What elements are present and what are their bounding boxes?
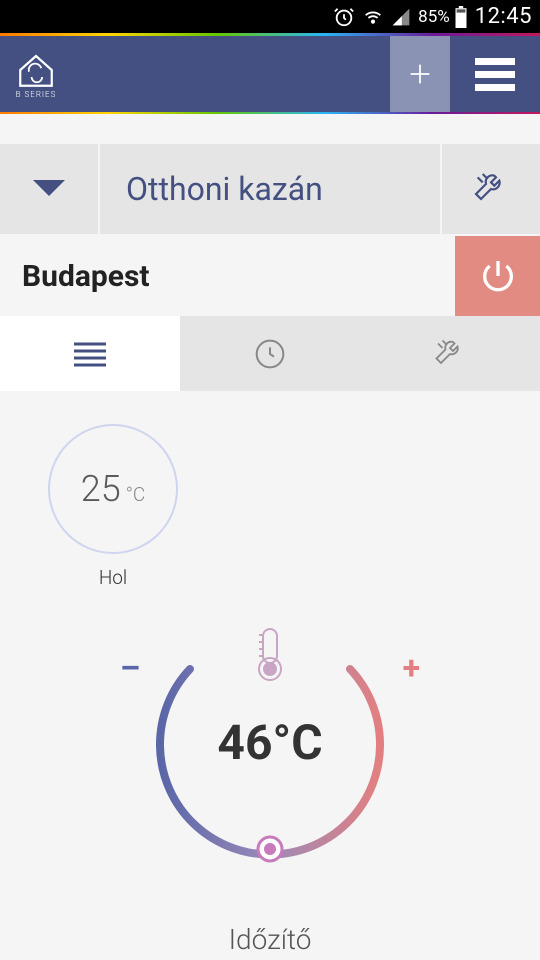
chevron-down-icon bbox=[31, 178, 67, 200]
signal-icon bbox=[391, 7, 411, 27]
decrease-button[interactable]: – bbox=[120, 649, 140, 687]
alarm-icon bbox=[333, 6, 355, 28]
status-bar: 85% 12:45 bbox=[0, 0, 540, 33]
clock-icon bbox=[254, 338, 286, 370]
away-temp-unit: °C bbox=[126, 483, 146, 506]
app-header: B SERIES bbox=[0, 36, 540, 112]
location-row: Budapest bbox=[0, 236, 540, 316]
mode-tabs bbox=[0, 316, 540, 391]
away-temp-label: Hol bbox=[48, 566, 178, 589]
status-icons: 85% 12:45 bbox=[333, 4, 532, 29]
power-button[interactable] bbox=[455, 236, 540, 316]
brand-logo[interactable]: B SERIES bbox=[0, 50, 72, 99]
house-icon bbox=[15, 50, 57, 90]
location-name: Budapest bbox=[0, 236, 455, 316]
brand-text: B SERIES bbox=[16, 90, 57, 99]
timer-label: Időzítő bbox=[0, 923, 540, 956]
away-temp-circle[interactable]: 25 °C bbox=[48, 424, 178, 554]
clock: 12:45 bbox=[475, 4, 532, 29]
device-row: Otthoni kazán bbox=[0, 144, 540, 234]
tools-icon bbox=[432, 336, 468, 372]
wifi-icon bbox=[362, 6, 384, 28]
plus-icon bbox=[406, 60, 434, 88]
device-name[interactable]: Otthoni kazán bbox=[100, 144, 440, 234]
temperature-dial[interactable]: – + 46°C bbox=[0, 619, 540, 919]
away-temp-value: 25 bbox=[81, 468, 121, 510]
battery-icon bbox=[454, 6, 468, 28]
device-dropdown-toggle[interactable] bbox=[0, 144, 100, 234]
power-icon bbox=[478, 256, 518, 296]
increase-button[interactable]: + bbox=[403, 649, 420, 687]
tab-schedule[interactable] bbox=[0, 316, 180, 391]
menu-button[interactable] bbox=[450, 36, 540, 112]
battery-percent: 85% bbox=[418, 7, 450, 27]
lines-icon bbox=[70, 340, 110, 368]
tools-icon bbox=[471, 169, 511, 209]
tab-settings[interactable] bbox=[360, 316, 540, 391]
add-button[interactable] bbox=[390, 36, 450, 112]
tab-timer[interactable] bbox=[180, 316, 360, 391]
target-temp-value: 46°C bbox=[0, 714, 540, 771]
hamburger-icon bbox=[471, 54, 519, 94]
device-settings-button[interactable] bbox=[440, 144, 540, 234]
